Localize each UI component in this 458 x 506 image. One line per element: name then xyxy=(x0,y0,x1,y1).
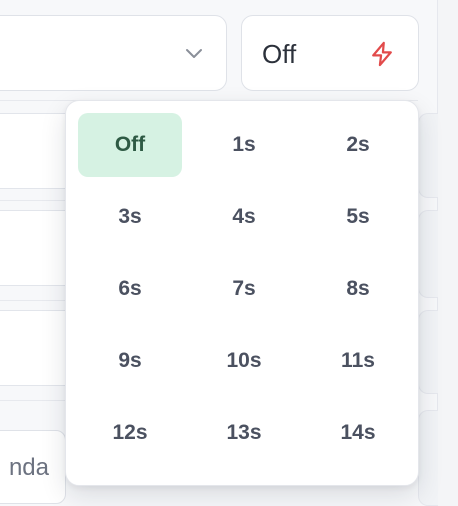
timer-option[interactable]: 10s xyxy=(184,329,304,393)
chevron-down-icon xyxy=(186,49,202,58)
timer-option[interactable]: 2s xyxy=(306,113,410,177)
timer-option[interactable]: 9s xyxy=(78,329,182,393)
timer-option[interactable]: 6s xyxy=(78,257,182,321)
timer-option[interactable]: 4s xyxy=(184,185,304,249)
timer-option[interactable]: Off xyxy=(78,113,182,177)
background-field-edge xyxy=(418,210,438,298)
timer-option[interactable]: 12s xyxy=(78,401,182,465)
flash-timer-toggle[interactable]: Off xyxy=(241,15,419,91)
timer-option[interactable]: 1s xyxy=(184,113,304,177)
app-root: Off nda Off 1s 2s 3s 4s 5s 6s 7s 8s 9s 10s 11s 12s 13… xyxy=(0,0,458,506)
chip-text: nda xyxy=(8,454,49,481)
timer-option[interactable]: 13s xyxy=(184,401,304,465)
background-field-edge xyxy=(418,113,438,198)
timer-options-grid: Off 1s 2s 3s 4s 5s 6s 7s 8s 9s 10s 11s 12s 13s 14s xyxy=(78,113,408,475)
timer-option[interactable]: 3s xyxy=(78,185,182,249)
timer-option[interactable]: 5s xyxy=(306,185,410,249)
timer-dropdown: Off 1s 2s 3s 4s 5s 6s 7s 8s 9s 10s 11s 12s 13s 14s xyxy=(65,100,419,486)
timer-option[interactable]: 7s xyxy=(184,257,304,321)
top-select[interactable] xyxy=(0,15,227,91)
background-field-edge xyxy=(418,310,438,394)
bolt-icon xyxy=(372,41,392,67)
timer-option[interactable]: 8s xyxy=(306,257,410,321)
background-field-edge xyxy=(418,410,438,506)
background-chip[interactable]: nda xyxy=(0,430,66,504)
timer-option[interactable]: 14s xyxy=(306,401,410,465)
timer-option[interactable]: 11s xyxy=(306,329,410,393)
toggle-label: Off xyxy=(262,39,297,69)
